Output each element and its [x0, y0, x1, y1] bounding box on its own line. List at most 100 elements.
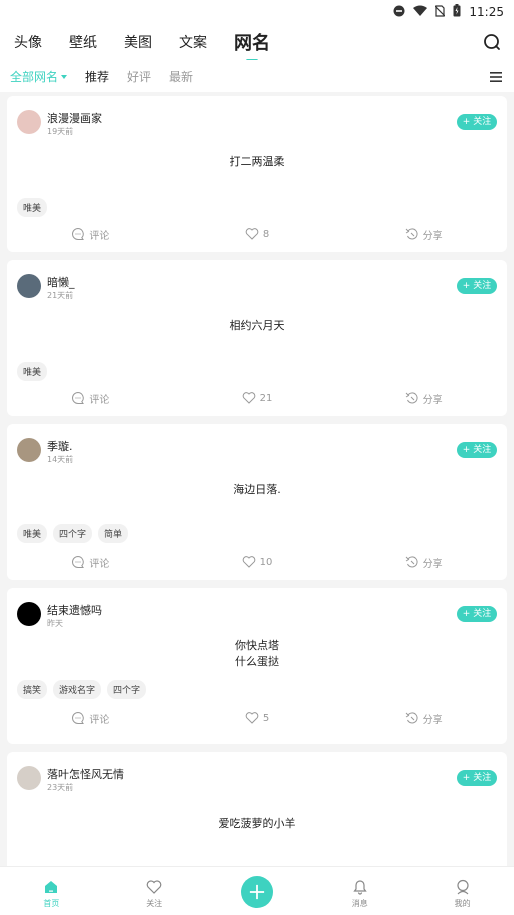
- filter-top-rated[interactable]: 好评: [127, 68, 151, 85]
- avatar[interactable]: [17, 602, 41, 626]
- add-post-button[interactable]: [240, 876, 273, 908]
- username[interactable]: 落叶怎怪风无情: [47, 766, 124, 782]
- like-button[interactable]: 5: [174, 708, 341, 728]
- avatar[interactable]: [17, 766, 41, 790]
- share-button[interactable]: 分享: [340, 552, 507, 572]
- feed: 浪漫漫画家 19天前 + 关注 打二两温柔 唯美 评论 8 分享 暗懒_ 21天…: [0, 96, 514, 866]
- search-icon[interactable]: [482, 32, 502, 52]
- heart-icon: [245, 228, 259, 240]
- post-card: 结束遗憾吗 昨天 + 关注 你快点塔 什么蛋挞 搞笑 游戏名字 四个字 评论 5…: [7, 588, 507, 744]
- tab-copywriting[interactable]: 文案: [179, 32, 207, 52]
- tag[interactable]: 简单: [98, 524, 129, 543]
- nav-profile[interactable]: 我的: [411, 867, 514, 915]
- follow-button[interactable]: + 关注: [457, 114, 497, 130]
- filter-latest[interactable]: 最新: [169, 68, 193, 85]
- post-content: 爱吃菠萝的小羊: [7, 816, 507, 832]
- content-line: 你快点塔: [235, 639, 279, 652]
- tag[interactable]: 游戏名字: [53, 680, 102, 699]
- username[interactable]: 暗懒_: [47, 274, 75, 290]
- tab-avatar[interactable]: 头像: [14, 32, 42, 52]
- post-card: 季璇. 14天前 + 关注 海边日落. 唯美 四个字 简单 评论 10 分享: [7, 424, 507, 580]
- post-card: 浪漫漫画家 19天前 + 关注 打二两温柔 唯美 评论 8 分享: [7, 96, 507, 252]
- dropdown-caret-icon: [61, 75, 68, 79]
- like-count: 10: [259, 556, 273, 568]
- post-card: 暗懒_ 21天前 + 关注 相约六月天 唯美 评论 21 分享: [7, 260, 507, 416]
- post-time: 14天前: [47, 455, 74, 464]
- tag-list: 搞笑 游戏名字 四个字: [17, 680, 147, 699]
- nav-home[interactable]: 首页: [0, 867, 103, 915]
- like-button[interactable]: 21: [174, 388, 341, 408]
- status-bar: 11:25: [0, 0, 514, 24]
- battery-icon: [453, 4, 461, 20]
- action-bar: 评论 5 分享: [7, 708, 507, 728]
- nav-messages-label: 消息: [351, 899, 368, 908]
- nav-following-label: 关注: [146, 899, 163, 908]
- wifi-icon: [413, 5, 428, 20]
- nav-following[interactable]: 关注: [103, 867, 206, 915]
- tab-nicknames[interactable]: 网名: [234, 29, 270, 55]
- share-icon: [405, 556, 418, 568]
- plus-icon: [249, 884, 265, 900]
- tag[interactable]: 搞笑: [17, 680, 48, 699]
- comment-icon: [72, 391, 85, 404]
- share-icon: [405, 228, 418, 240]
- comment-button[interactable]: 评论: [7, 388, 174, 408]
- bottom-nav: 首页 关注 消息 我的: [0, 866, 514, 915]
- tag[interactable]: 四个字: [53, 524, 93, 543]
- menu-icon[interactable]: [490, 71, 502, 82]
- content-line: 什么蛋挞: [235, 655, 279, 668]
- nav-profile-label: 我的: [454, 899, 471, 908]
- tab-pictures[interactable]: 美图: [124, 32, 152, 52]
- share-icon: [405, 712, 418, 724]
- comment-button[interactable]: 评论: [7, 552, 174, 572]
- tag-list: 唯美: [17, 198, 48, 217]
- comment-label: 评论: [89, 714, 110, 726]
- nav-messages[interactable]: 消息: [308, 867, 411, 915]
- like-button[interactable]: 8: [174, 224, 341, 244]
- avatar[interactable]: [17, 274, 41, 298]
- heart-icon: [242, 392, 255, 404]
- bell-icon: [353, 880, 367, 895]
- tag[interactable]: 四个字: [107, 680, 147, 699]
- top-nav: 头像 壁纸 美图 文案 网名: [0, 24, 514, 60]
- username[interactable]: 季璇.: [47, 438, 73, 454]
- action-bar: 评论 8 分享: [7, 224, 507, 244]
- content-line: 打二两温柔: [229, 155, 285, 168]
- follow-button[interactable]: + 关注: [457, 278, 497, 294]
- filter-all-nicknames[interactable]: 全部网名: [10, 68, 68, 85]
- like-button[interactable]: 10: [174, 552, 341, 572]
- filter-recommended[interactable]: 推荐: [85, 68, 109, 85]
- post-card: 落叶怎怪风无情 23天前 + 关注 爱吃菠萝的小羊: [7, 752, 507, 866]
- post-time: 昨天: [47, 619, 63, 628]
- follow-button[interactable]: + 关注: [457, 770, 497, 786]
- status-time: 11:25: [469, 5, 504, 19]
- post-time: 21天前: [47, 291, 74, 300]
- like-count: 8: [262, 228, 270, 240]
- follow-button[interactable]: + 关注: [457, 442, 497, 458]
- like-count: 21: [259, 392, 273, 404]
- username[interactable]: 结束遗憾吗: [47, 602, 102, 618]
- home-icon: [45, 881, 58, 893]
- tag[interactable]: 唯美: [17, 362, 48, 381]
- share-label: 分享: [422, 230, 443, 242]
- share-label: 分享: [422, 558, 443, 570]
- tag[interactable]: 唯美: [17, 198, 48, 217]
- comment-button[interactable]: 评论: [7, 224, 174, 244]
- follow-button[interactable]: + 关注: [457, 606, 497, 622]
- comment-label: 评论: [89, 394, 110, 406]
- heart-icon: [146, 880, 162, 894]
- tag[interactable]: 唯美: [17, 524, 48, 543]
- avatar[interactable]: [17, 438, 41, 462]
- content-line: 相约六月天: [229, 319, 285, 332]
- username[interactable]: 浪漫漫画家: [47, 110, 102, 126]
- avatar[interactable]: [17, 110, 41, 134]
- content-line: 爱吃菠萝的小羊: [218, 817, 296, 830]
- share-button[interactable]: 分享: [340, 224, 507, 244]
- share-button[interactable]: 分享: [340, 708, 507, 728]
- share-button[interactable]: 分享: [340, 388, 507, 408]
- comment-label: 评论: [89, 230, 110, 242]
- nav-create[interactable]: [206, 867, 309, 915]
- comment-button[interactable]: 评论: [7, 708, 174, 728]
- tab-wallpaper[interactable]: 壁纸: [69, 32, 97, 52]
- nav-home-label: 首页: [43, 899, 60, 908]
